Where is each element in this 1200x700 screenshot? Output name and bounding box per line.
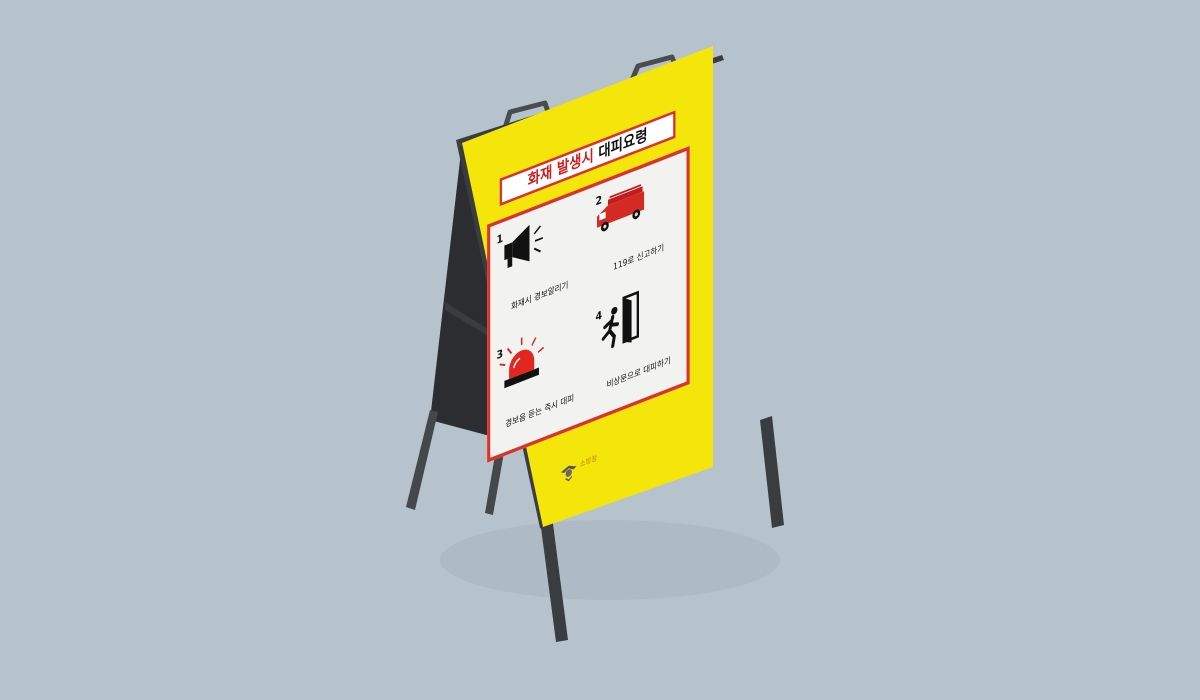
logo-text: 소방청: [579, 453, 598, 469]
megaphone-icon: [504, 224, 543, 269]
agency-logo: 소방청: [559, 439, 622, 485]
emblem-icon: [560, 465, 577, 482]
emergency-exit-icon: [601, 290, 640, 349]
front-leg-right: [760, 416, 784, 528]
title-red-text: 화재 발생시: [527, 146, 594, 191]
fire-truck-icon: [597, 184, 645, 232]
siren-icon: [499, 337, 544, 389]
a-frame-sign-scene: 화재 발생시 대피요령 1 화재시 경보알리기 2 119로 신고하기 3 경보…: [0, 0, 1200, 700]
back-leg-left: [406, 410, 438, 510]
title-black-text: 대피요령: [598, 125, 648, 164]
